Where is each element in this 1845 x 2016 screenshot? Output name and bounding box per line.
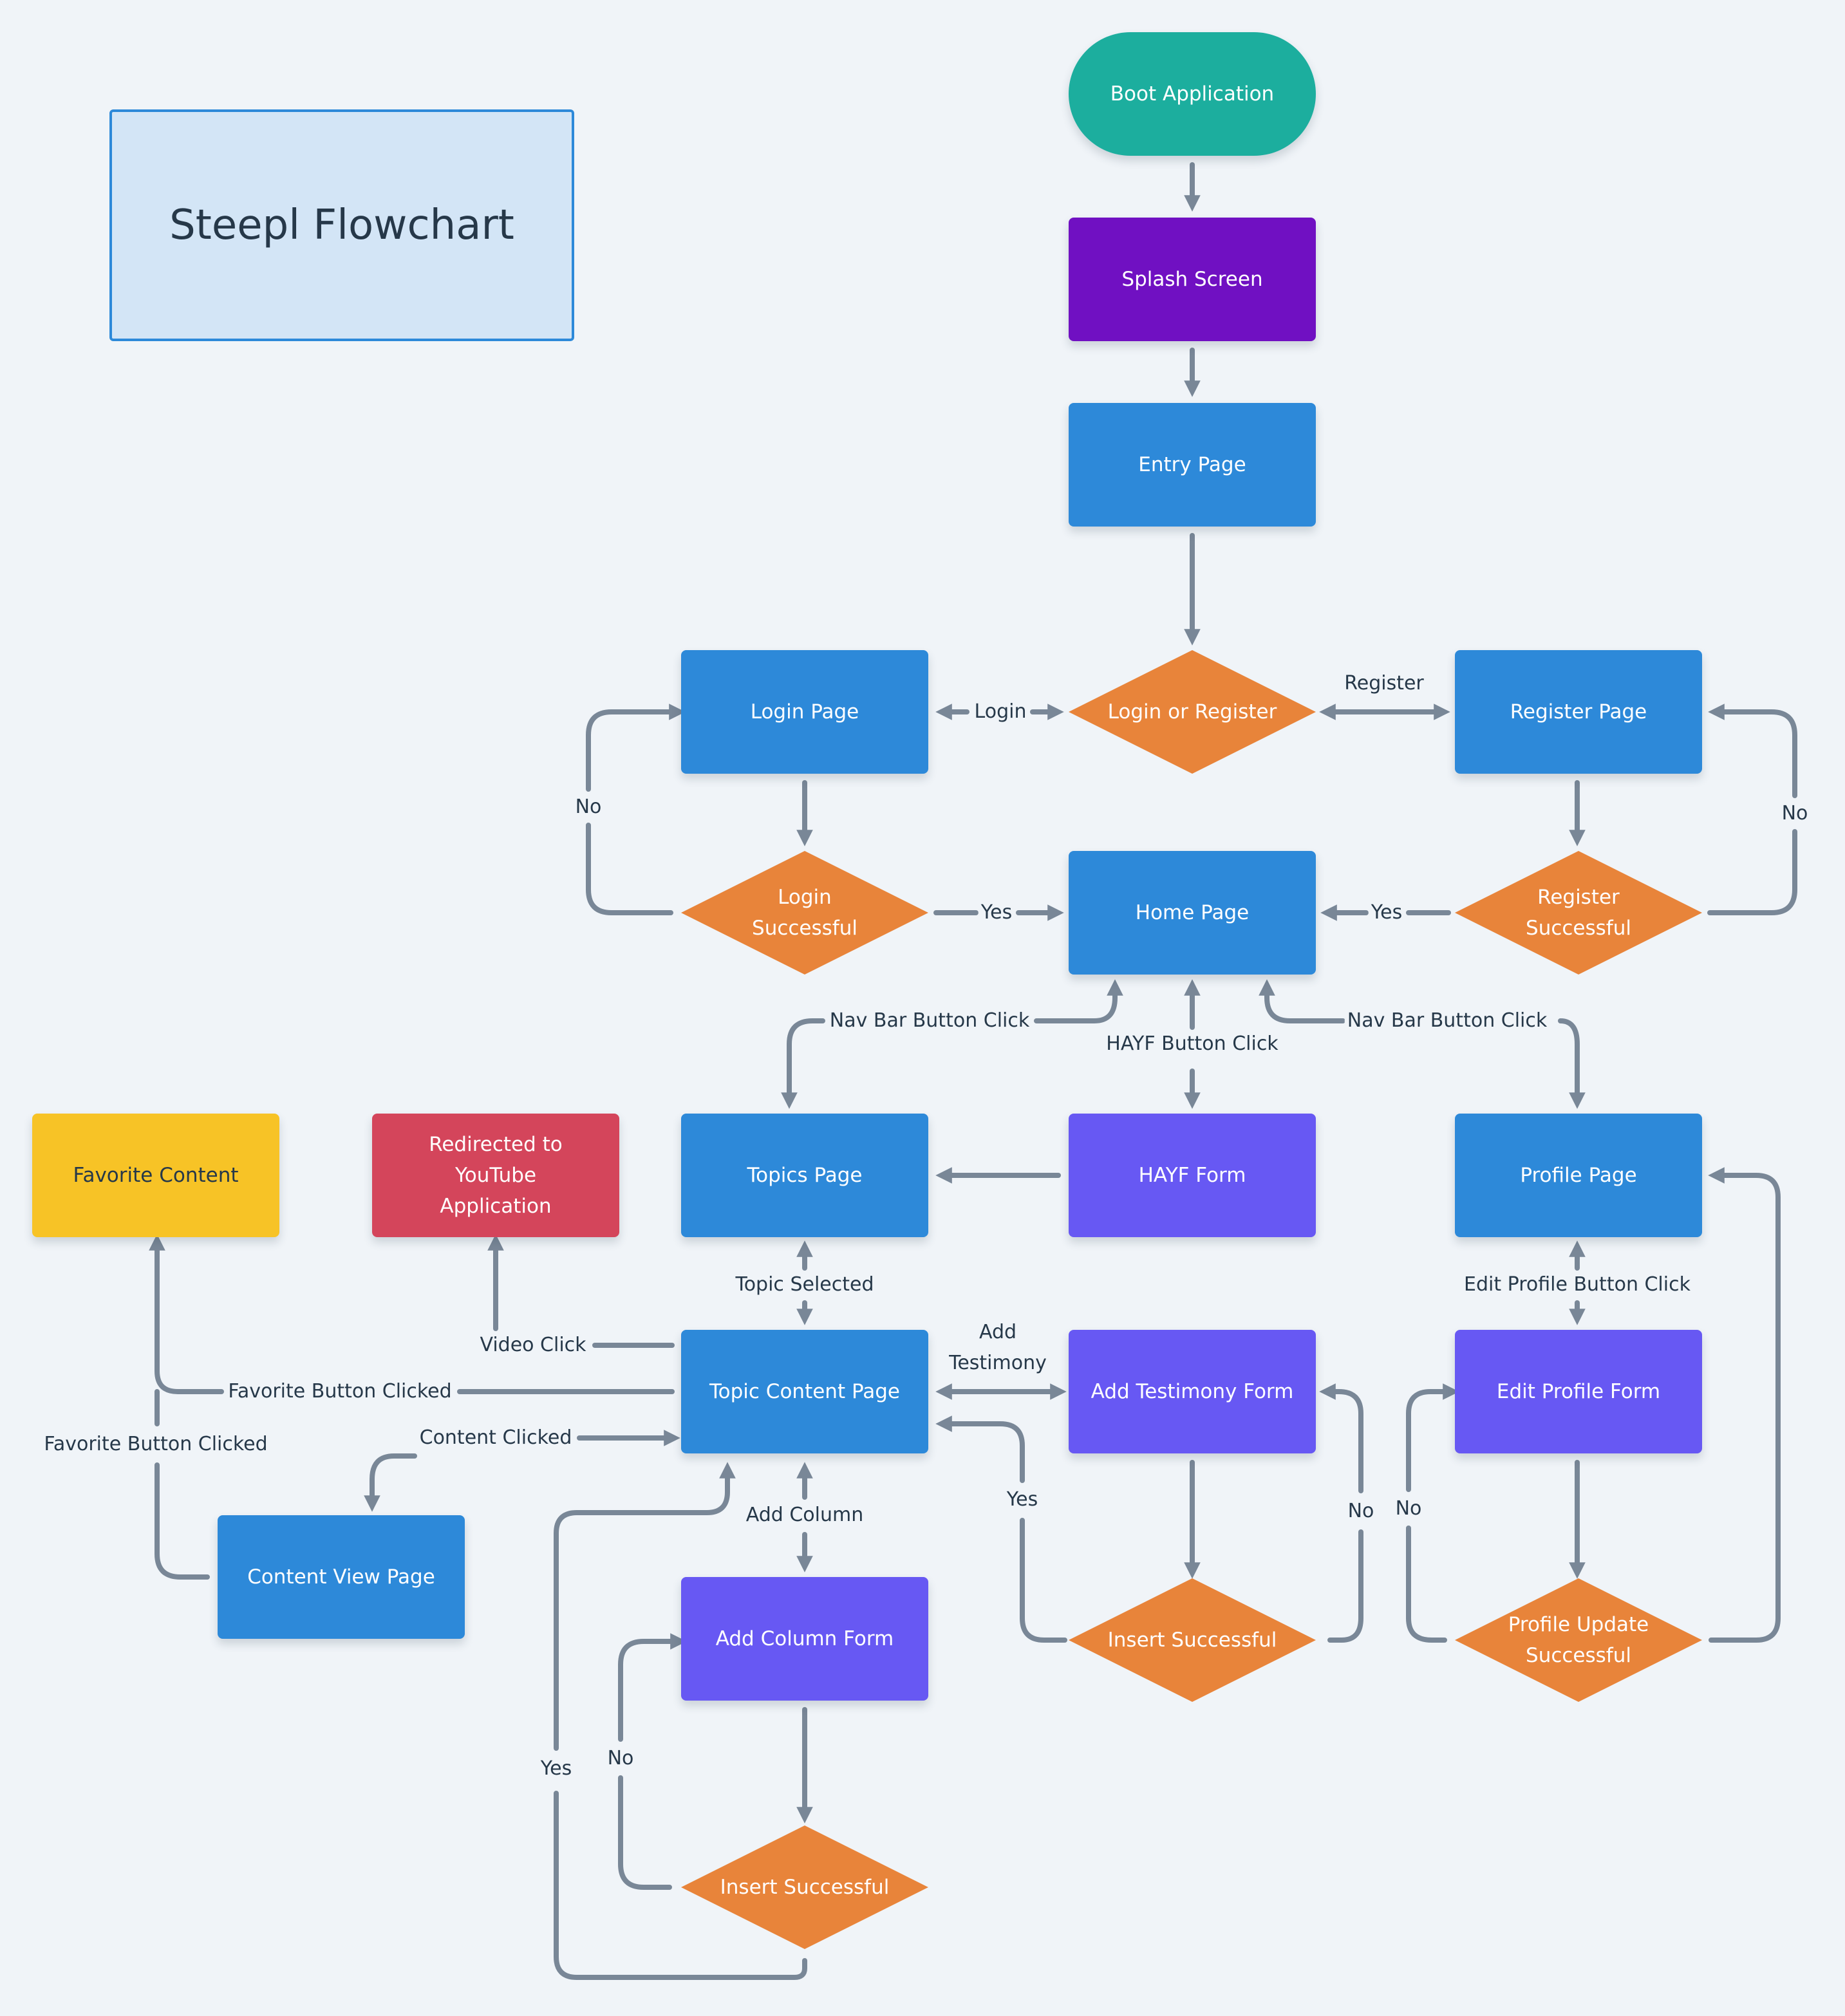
node-entry-page[interactable]: Entry Page <box>1069 403 1316 527</box>
decision-register-successful[interactable]: Register Successful <box>1455 851 1702 975</box>
edge-favorite-1 <box>157 1242 675 1394</box>
edge-label-register-no: No <box>1779 799 1811 828</box>
node-login-page[interactable]: Login Page <box>681 650 928 774</box>
decision-label: Register Successful <box>1526 886 1631 940</box>
node-redirected-youtube[interactable]: Redirected to YouTube Application <box>372 1114 619 1237</box>
node-add-testimony-form[interactable]: Add Testimony Form <box>1069 1330 1316 1453</box>
node-profile-page[interactable]: Profile Page <box>1455 1114 1702 1237</box>
edge-label-content-clicked: Content Clicked <box>417 1424 575 1452</box>
edge-label-topic-selected: Topic Selected <box>733 1271 877 1299</box>
node-favorite-content[interactable]: Favorite Content <box>32 1114 279 1237</box>
decision-login-or-register[interactable]: Login or Register <box>1069 650 1316 774</box>
decision-label: Insert Successful <box>720 1876 890 1899</box>
edge-label-testimony-no: No <box>1345 1497 1377 1526</box>
node-register-page[interactable]: Register Page <box>1455 650 1702 774</box>
edge-nav-left <box>1034 979 1123 1023</box>
node-boot-application[interactable]: Boot Application <box>1069 32 1316 156</box>
edge-label-add-testimony: Add Testimony <box>949 1321 1047 1374</box>
edge-label-profile-no: No <box>1392 1495 1425 1523</box>
decision-testimony-insert-successful[interactable]: Insert Successful <box>1069 1578 1316 1702</box>
edge-label-video-click: Video Click <box>477 1331 589 1359</box>
edge-label-register: Register <box>1342 669 1427 698</box>
edge-label-favorite-1: Favorite Button Clicked <box>225 1377 454 1406</box>
edge-label-column-yes: Yes <box>538 1755 575 1783</box>
edge-content-clicked-down <box>364 1453 417 1512</box>
diagram-title: Steepl Flowchart <box>109 109 574 341</box>
edge-nav-right-down <box>1558 1018 1586 1109</box>
edge-label-testimony-yes: Yes <box>1004 1486 1041 1514</box>
edge-label-nav-right: Nav Bar Button Click <box>1344 1007 1550 1035</box>
decision-label: Login or Register <box>1107 700 1277 723</box>
edge-testimony-yes <box>944 1424 1067 1643</box>
decision-profile-update-successful[interactable]: Profile Update Successful <box>1455 1578 1702 1702</box>
edge-label-column-no: No <box>604 1744 637 1773</box>
decision-label: Insert Successful <box>1107 1629 1277 1652</box>
node-hayf-form[interactable]: HAYF Form <box>1069 1114 1316 1237</box>
node-topics-page[interactable]: Topics Page <box>681 1114 928 1237</box>
edge-label-edit-profile: Edit Profile Button Click <box>1461 1271 1693 1299</box>
edge-favorite-2 <box>155 1389 210 1580</box>
node-topic-content-page[interactable]: Topic Content Page <box>681 1330 928 1453</box>
edge-label-login: Login <box>971 698 1029 726</box>
node-edit-profile-form[interactable]: Edit Profile Form <box>1455 1330 1702 1453</box>
node-splash-screen[interactable]: Splash Screen <box>1069 218 1316 341</box>
decision-login-successful[interactable]: Login Successful <box>681 851 928 975</box>
edge-label-nav-left: Nav Bar Button Click <box>827 1007 1033 1035</box>
edge-label-login-yes: Yes <box>978 899 1015 927</box>
edge-label-register-yes: Yes <box>1368 899 1405 927</box>
edge-profile-yes <box>1708 1167 1781 1643</box>
edge-label-favorite-2: Favorite Button Clicked <box>41 1430 270 1459</box>
decision-column-insert-successful[interactable]: Insert Successful <box>681 1825 928 1949</box>
decision-label: Profile Update Successful <box>1508 1613 1649 1667</box>
node-home-page[interactable]: Home Page <box>1069 851 1316 975</box>
edge-nav-left-down <box>781 1018 825 1109</box>
node-content-view-page[interactable]: Content View Page <box>218 1515 465 1639</box>
edge-label-login-no: No <box>572 793 604 821</box>
edge-nav-right <box>1259 979 1345 1023</box>
edge-label-add-column: Add Column <box>743 1501 866 1529</box>
node-add-column-form[interactable]: Add Column Form <box>681 1577 928 1701</box>
decision-label: Login Successful <box>752 886 857 940</box>
edge-label-hayf: HAYF Button Click <box>1103 1030 1281 1058</box>
